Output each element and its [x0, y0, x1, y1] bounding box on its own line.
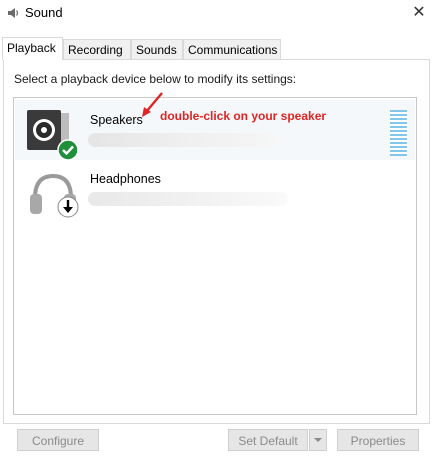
tab-communications[interactable]: Communications: [183, 39, 281, 59]
tab-playback[interactable]: Playback: [2, 37, 63, 60]
tab-recording[interactable]: Recording: [63, 39, 131, 59]
device-name-headphones: Headphones: [90, 172, 161, 186]
down-arrow-icon: [57, 196, 79, 218]
device-name-speakers: Speakers: [90, 113, 143, 127]
instructions-text: Select a playback device below to modify…: [14, 72, 297, 86]
device-list[interactable]: Speakers Headphones: [13, 97, 417, 415]
device-description-blurred: [88, 133, 278, 147]
device-description-blurred: [88, 192, 288, 206]
window-title: Sound: [25, 5, 63, 20]
title-bar: Sound ✕: [0, 0, 437, 28]
device-row-headphones[interactable]: Headphones: [15, 164, 415, 224]
configure-button[interactable]: Configure: [17, 429, 99, 451]
close-icon: ✕: [412, 4, 426, 21]
chevron-down-icon: [314, 438, 322, 442]
annotation-text: double-click on your speaker: [160, 109, 327, 123]
set-default-dropdown-button[interactable]: [309, 429, 327, 451]
tab-sounds[interactable]: Sounds: [131, 39, 183, 59]
default-checkmark-icon: [57, 139, 79, 161]
properties-button[interactable]: Properties: [337, 429, 419, 451]
close-button[interactable]: ✕: [407, 2, 431, 24]
sound-app-icon: [8, 8, 19, 18]
set-default-button[interactable]: Set Default: [228, 429, 308, 451]
volume-level-meter: [390, 110, 407, 156]
